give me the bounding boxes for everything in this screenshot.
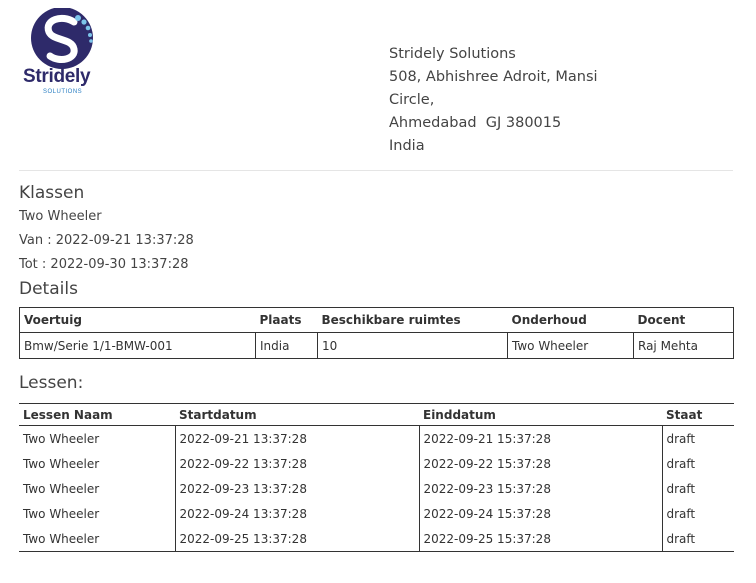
- column-header: Beschikbare ruimtes: [321, 313, 461, 327]
- lesson-name: Two Wheeler: [23, 532, 100, 546]
- table-cell: Raj Mehta: [633, 332, 734, 359]
- table-cell: Bmw/Serie 1/1-BMW-001: [24, 339, 173, 353]
- column-header: Einddatum: [423, 408, 496, 422]
- column-header: Startdatum: [179, 408, 257, 422]
- lessen-heading: Lessen:: [19, 373, 84, 393]
- lesson-start: 2022-09-22 13:37:28: [174, 451, 419, 476]
- class-start: Van : 2022-09-21 13:37:28: [19, 233, 194, 248]
- lesson-name: Two Wheeler: [23, 482, 100, 496]
- lesson-end: 2022-09-24 15:37:28: [418, 501, 662, 526]
- table-row: Two Wheeler 2022-09-21 13:37:28 2022-09-…: [19, 425, 734, 451]
- lesson-state: draft: [661, 451, 734, 476]
- lesson-name: Two Wheeler: [23, 507, 100, 521]
- lesson-end: 2022-09-25 15:37:28: [418, 526, 662, 552]
- lesson-end: 2022-09-23 15:37:28: [418, 476, 662, 501]
- address-line: 508, Abhishree Adroit, Mansi: [389, 69, 598, 85]
- column-header: Voertuig: [24, 313, 82, 327]
- table-row: Two Wheeler 2022-09-25 13:37:28 2022-09-…: [19, 526, 734, 552]
- table-cell: 10: [317, 332, 508, 359]
- lessons-header-row: Lessen Naam Startdatum Einddatum Staat: [19, 403, 734, 426]
- class-name: Two Wheeler: [19, 209, 102, 224]
- header-divider: [19, 170, 733, 171]
- details-header-row: Voertuig Plaats Beschikbare ruimtes Onde…: [19, 308, 734, 333]
- column-header: Lessen Naam: [23, 408, 113, 422]
- table-cell: Two Wheeler: [507, 332, 634, 359]
- address-line: India: [389, 138, 425, 154]
- lesson-state: draft: [661, 425, 734, 451]
- lesson-state: draft: [661, 501, 734, 526]
- lesson-start: 2022-09-25 13:37:28: [174, 526, 419, 552]
- details-heading: Details: [19, 279, 78, 299]
- logo-name: Stridely: [23, 66, 91, 87]
- lesson-end: 2022-09-21 15:37:28: [418, 425, 662, 451]
- company-address: Stridely Solutions 508, Abhishree Adroit…: [389, 43, 598, 158]
- column-header: Plaats: [259, 313, 302, 327]
- lessons-table: Lessen Naam Startdatum Einddatum Staat T…: [19, 403, 734, 552]
- lesson-start: 2022-09-21 13:37:28: [174, 425, 419, 451]
- column-header: Staat: [666, 408, 703, 422]
- lesson-start: 2022-09-23 13:37:28: [174, 476, 419, 501]
- column-header: Docent: [637, 313, 686, 327]
- column-header: Onderhoud: [511, 313, 587, 327]
- table-row: Two Wheeler 2022-09-22 13:37:28 2022-09-…: [19, 451, 734, 476]
- lesson-state: draft: [661, 526, 734, 552]
- lesson-state: draft: [661, 476, 734, 501]
- lesson-start: 2022-09-24 13:37:28: [174, 501, 419, 526]
- table-row: Bmw/Serie 1/1-BMW-001 India 10 Two Wheel…: [20, 332, 734, 359]
- lesson-name: Two Wheeler: [23, 457, 100, 471]
- address-line: Stridely Solutions: [389, 46, 516, 62]
- klassen-heading: Klassen: [19, 183, 85, 203]
- details-table: Voertuig Plaats Beschikbare ruimtes Onde…: [19, 307, 734, 359]
- table-row: Two Wheeler 2022-09-23 13:37:28 2022-09-…: [19, 476, 734, 501]
- address-line: Ahmedabad GJ 380015: [389, 115, 562, 131]
- logo-subtitle: SOLUTIONS: [43, 89, 83, 95]
- lesson-end: 2022-09-22 15:37:28: [418, 451, 662, 476]
- class-end: Tot : 2022-09-30 13:37:28: [19, 257, 189, 272]
- address-line: Circle,: [389, 92, 435, 108]
- table-row: Two Wheeler 2022-09-24 13:37:28 2022-09-…: [19, 501, 734, 526]
- lesson-name: Two Wheeler: [23, 432, 100, 446]
- table-cell: India: [255, 332, 318, 359]
